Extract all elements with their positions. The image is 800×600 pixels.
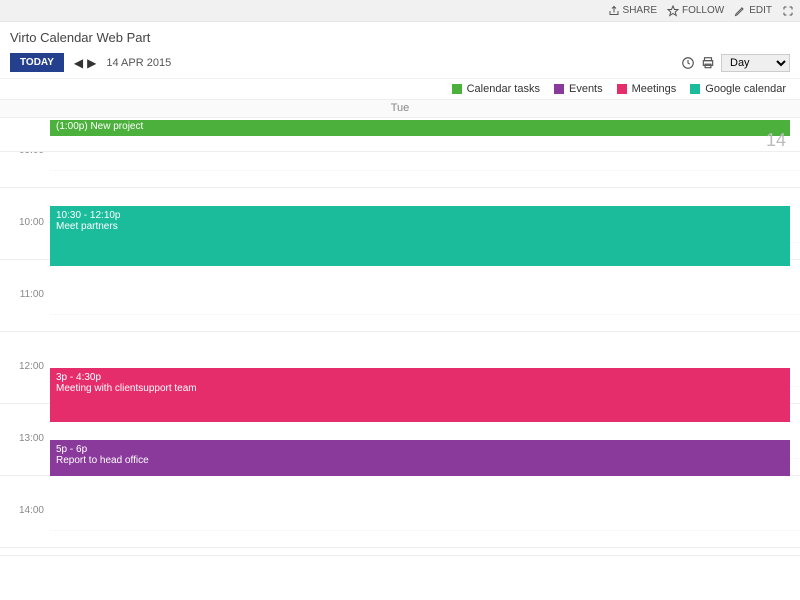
- legend: Calendar tasks Events Meetings Google calen…: [0, 79, 800, 99]
- calendar-event[interactable]: 10:30 - 12:10pMeet partners: [50, 206, 790, 266]
- calendar-toolbar: TODAY ◀ ▶ 14 APR 2015 DayWeekMonthYear: [0, 49, 800, 79]
- legend-label: Calendar tasks: [467, 83, 540, 95]
- today-button[interactable]: TODAY: [10, 53, 64, 72]
- allday-event[interactable]: (1:00p) New project: [50, 120, 790, 136]
- legend-label: Google calendar: [705, 83, 786, 95]
- focus-icon: [782, 5, 794, 17]
- legend-swatch: [617, 84, 627, 94]
- timezone-icon[interactable]: [681, 56, 695, 70]
- follow-button[interactable]: FOLLOW: [667, 5, 724, 17]
- event-area: 10:30 - 12:10pMeet partners3p - 4:30pMee…: [50, 152, 790, 512]
- current-date: 14 APR 2015: [106, 57, 171, 69]
- event-time: 3p - 4:30p: [56, 372, 784, 383]
- time-label: 14:00: [6, 505, 44, 516]
- share-label: SHARE: [623, 5, 657, 16]
- legend-swatch: [554, 84, 564, 94]
- date-badge: 14: [766, 130, 786, 151]
- edit-label: EDIT: [749, 5, 772, 16]
- legend-swatch: [690, 84, 700, 94]
- event-title: Report to head office: [56, 455, 784, 466]
- follow-label: FOLLOW: [682, 5, 724, 16]
- edit-button[interactable]: EDIT: [734, 5, 772, 17]
- time-label: 11:00: [6, 289, 44, 300]
- time-row[interactable]: 14:00: [0, 512, 800, 548]
- time-grid: 09:0010:0011:0012:0013:0014:0015:0016:00…: [0, 152, 800, 512]
- webpart-title: Virto Calendar Web Part: [0, 22, 800, 49]
- print-icon[interactable]: [701, 56, 715, 70]
- legend-item[interactable]: Events: [554, 83, 603, 95]
- legend-item[interactable]: Meetings: [617, 83, 677, 95]
- time-label: 12:00: [6, 361, 44, 372]
- allday-row[interactable]: (1:00p) New project 14: [0, 118, 800, 152]
- nav-arrows: ◀ ▶: [72, 56, 98, 70]
- time-label: 09:00: [6, 152, 44, 156]
- ribbon-bar: SHARE FOLLOW EDIT: [0, 0, 800, 22]
- focus-button[interactable]: [782, 5, 794, 17]
- legend-item[interactable]: Calendar tasks: [452, 83, 540, 95]
- calendar-event[interactable]: 3p - 4:30pMeeting with clientsupport tea…: [50, 368, 790, 422]
- legend-label: Events: [569, 83, 603, 95]
- legend-item[interactable]: Google calendar: [690, 83, 786, 95]
- share-button[interactable]: SHARE: [608, 5, 657, 17]
- calendar: Tue (1:00p) New project 14 09:00 10:00 11:…: [0, 99, 800, 556]
- event-title: Meeting with clientsupport team: [56, 383, 784, 394]
- time-grid-wrap[interactable]: 09:0010:0011:0012:0013:0014:0015:0016:00…: [0, 152, 800, 556]
- star-icon: [667, 5, 679, 17]
- view-select[interactable]: DayWeekMonthYear: [721, 54, 790, 72]
- event-time: 5p - 6p: [56, 444, 784, 455]
- toolbar-right: DayWeekMonthYear: [681, 54, 790, 72]
- pencil-icon: [734, 5, 746, 17]
- legend-swatch: [452, 84, 462, 94]
- event-title: Meet partners: [56, 221, 784, 232]
- legend-label: Meetings: [632, 83, 677, 95]
- time-label: 10:00: [6, 217, 44, 228]
- time-label: 13:00: [6, 433, 44, 444]
- share-icon: [608, 5, 620, 17]
- calendar-event[interactable]: 5p - 6pReport to head office: [50, 440, 790, 476]
- event-time: 10:30 - 12:10p: [56, 210, 784, 221]
- day-header: Tue: [0, 100, 800, 118]
- prev-button[interactable]: ◀: [72, 56, 85, 70]
- next-button[interactable]: ▶: [85, 56, 98, 70]
